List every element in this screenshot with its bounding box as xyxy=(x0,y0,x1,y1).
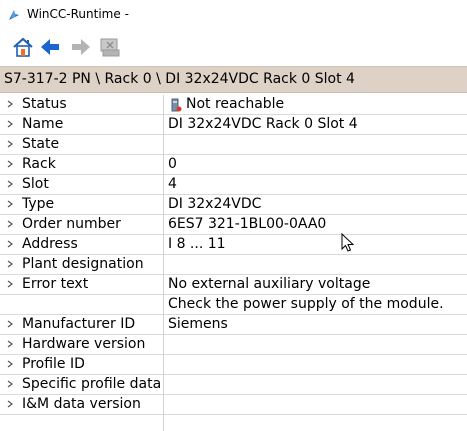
property-value: Not reachable xyxy=(186,96,285,112)
property-name: Type xyxy=(22,196,55,212)
property-grid: Status Not reachable Name DI 32x24VDC Rack … xyxy=(0,95,467,431)
home-icon xyxy=(13,37,33,57)
property-name: Order number xyxy=(22,216,121,232)
chevron-right-icon[interactable] xyxy=(5,259,15,269)
property-row[interactable]: Name DI 32x24VDC Rack 0 Slot 4 xyxy=(0,115,467,135)
back-button[interactable] xyxy=(39,36,61,58)
mouse-cursor-icon xyxy=(341,233,355,253)
toolbar xyxy=(0,30,467,62)
wincc-logo-icon xyxy=(7,7,21,21)
property-value: 4 xyxy=(168,176,177,192)
chevron-right-icon[interactable] xyxy=(5,139,15,149)
chevron-right-icon[interactable] xyxy=(5,319,15,329)
chevron-right-icon[interactable] xyxy=(5,99,15,109)
module-button[interactable] xyxy=(99,36,121,58)
property-row[interactable]: Slot 4 xyxy=(0,175,467,195)
chevron-right-icon[interactable] xyxy=(5,179,15,189)
chevron-right-icon[interactable] xyxy=(5,379,15,389)
chevron-right-icon[interactable] xyxy=(5,239,15,249)
home-button[interactable] xyxy=(12,36,34,58)
property-row[interactable]: Error text No external auxiliary voltage xyxy=(0,275,467,295)
property-row[interactable]: I&M data version xyxy=(0,395,467,415)
property-name: Name xyxy=(22,116,64,132)
property-value: DI 32x24VDC xyxy=(168,196,262,212)
module-icon xyxy=(100,38,120,57)
property-row[interactable]: Check the power supply of the module. xyxy=(0,295,467,315)
chevron-right-icon[interactable] xyxy=(5,399,15,409)
property-name: State xyxy=(22,136,60,152)
property-value: 6ES7 321-1BL00-0AA0 xyxy=(168,216,327,232)
property-value: Siemens xyxy=(168,316,228,332)
breadcrumb: S7-317-2 PN \ Rack 0 \ DI 32x24VDC Rack … xyxy=(4,71,355,87)
breadcrumb-bar: S7-317-2 PN \ Rack 0 \ DI 32x24VDC Rack … xyxy=(0,66,467,93)
arrow-left-icon xyxy=(41,39,59,55)
property-row[interactable]: Hardware version xyxy=(0,335,467,355)
property-value: 0 xyxy=(168,156,177,172)
property-name: Hardware version xyxy=(22,336,146,352)
chevron-right-icon[interactable] xyxy=(5,159,15,169)
property-value: I 8 ... 11 xyxy=(168,236,226,252)
property-row[interactable]: Type DI 32x24VDC xyxy=(0,195,467,215)
window-title: WinCC-Runtime - xyxy=(27,7,129,21)
property-name: Manufacturer ID xyxy=(22,316,136,332)
property-name: Plant designation xyxy=(22,256,144,272)
property-row[interactable]: Manufacturer ID Siemens xyxy=(0,315,467,335)
property-row[interactable]: Order number 6ES7 321-1BL00-0AA0 xyxy=(0,215,467,235)
property-name: Status xyxy=(22,96,67,112)
property-row[interactable]: Profile ID xyxy=(0,355,467,375)
property-row[interactable]: Address I 8 ... 11 xyxy=(0,235,467,255)
title-bar: WinCC-Runtime - xyxy=(0,0,467,30)
chevron-right-icon[interactable] xyxy=(5,119,15,129)
property-name: Profile ID xyxy=(22,356,85,372)
property-value: Check the power supply of the module. xyxy=(168,296,444,312)
arrow-right-icon xyxy=(72,39,90,55)
not-reachable-icon xyxy=(170,98,182,112)
forward-button[interactable] xyxy=(70,36,92,58)
property-name: Address xyxy=(22,236,78,252)
property-row[interactable]: State xyxy=(0,135,467,155)
property-name: Rack xyxy=(22,156,56,172)
property-value: DI 32x24VDC Rack 0 Slot 4 xyxy=(168,116,358,132)
chevron-right-icon[interactable] xyxy=(5,279,15,289)
property-name: I&M data version xyxy=(22,396,141,412)
property-name: Slot xyxy=(22,176,49,192)
chevron-right-icon[interactable] xyxy=(5,199,15,209)
property-row[interactable]: Status Not reachable xyxy=(0,95,467,115)
property-value: No external auxiliary voltage xyxy=(168,276,371,292)
property-name: Specific profile data xyxy=(22,376,162,392)
chevron-right-icon[interactable] xyxy=(5,359,15,369)
property-row[interactable] xyxy=(0,415,467,431)
property-name: Error text xyxy=(22,276,89,292)
chevron-right-icon[interactable] xyxy=(5,339,15,349)
property-row[interactable]: Rack 0 xyxy=(0,155,467,175)
property-row[interactable]: Plant designation xyxy=(0,255,467,275)
chevron-right-icon[interactable] xyxy=(5,219,15,229)
property-row[interactable]: Specific profile data xyxy=(0,375,467,395)
